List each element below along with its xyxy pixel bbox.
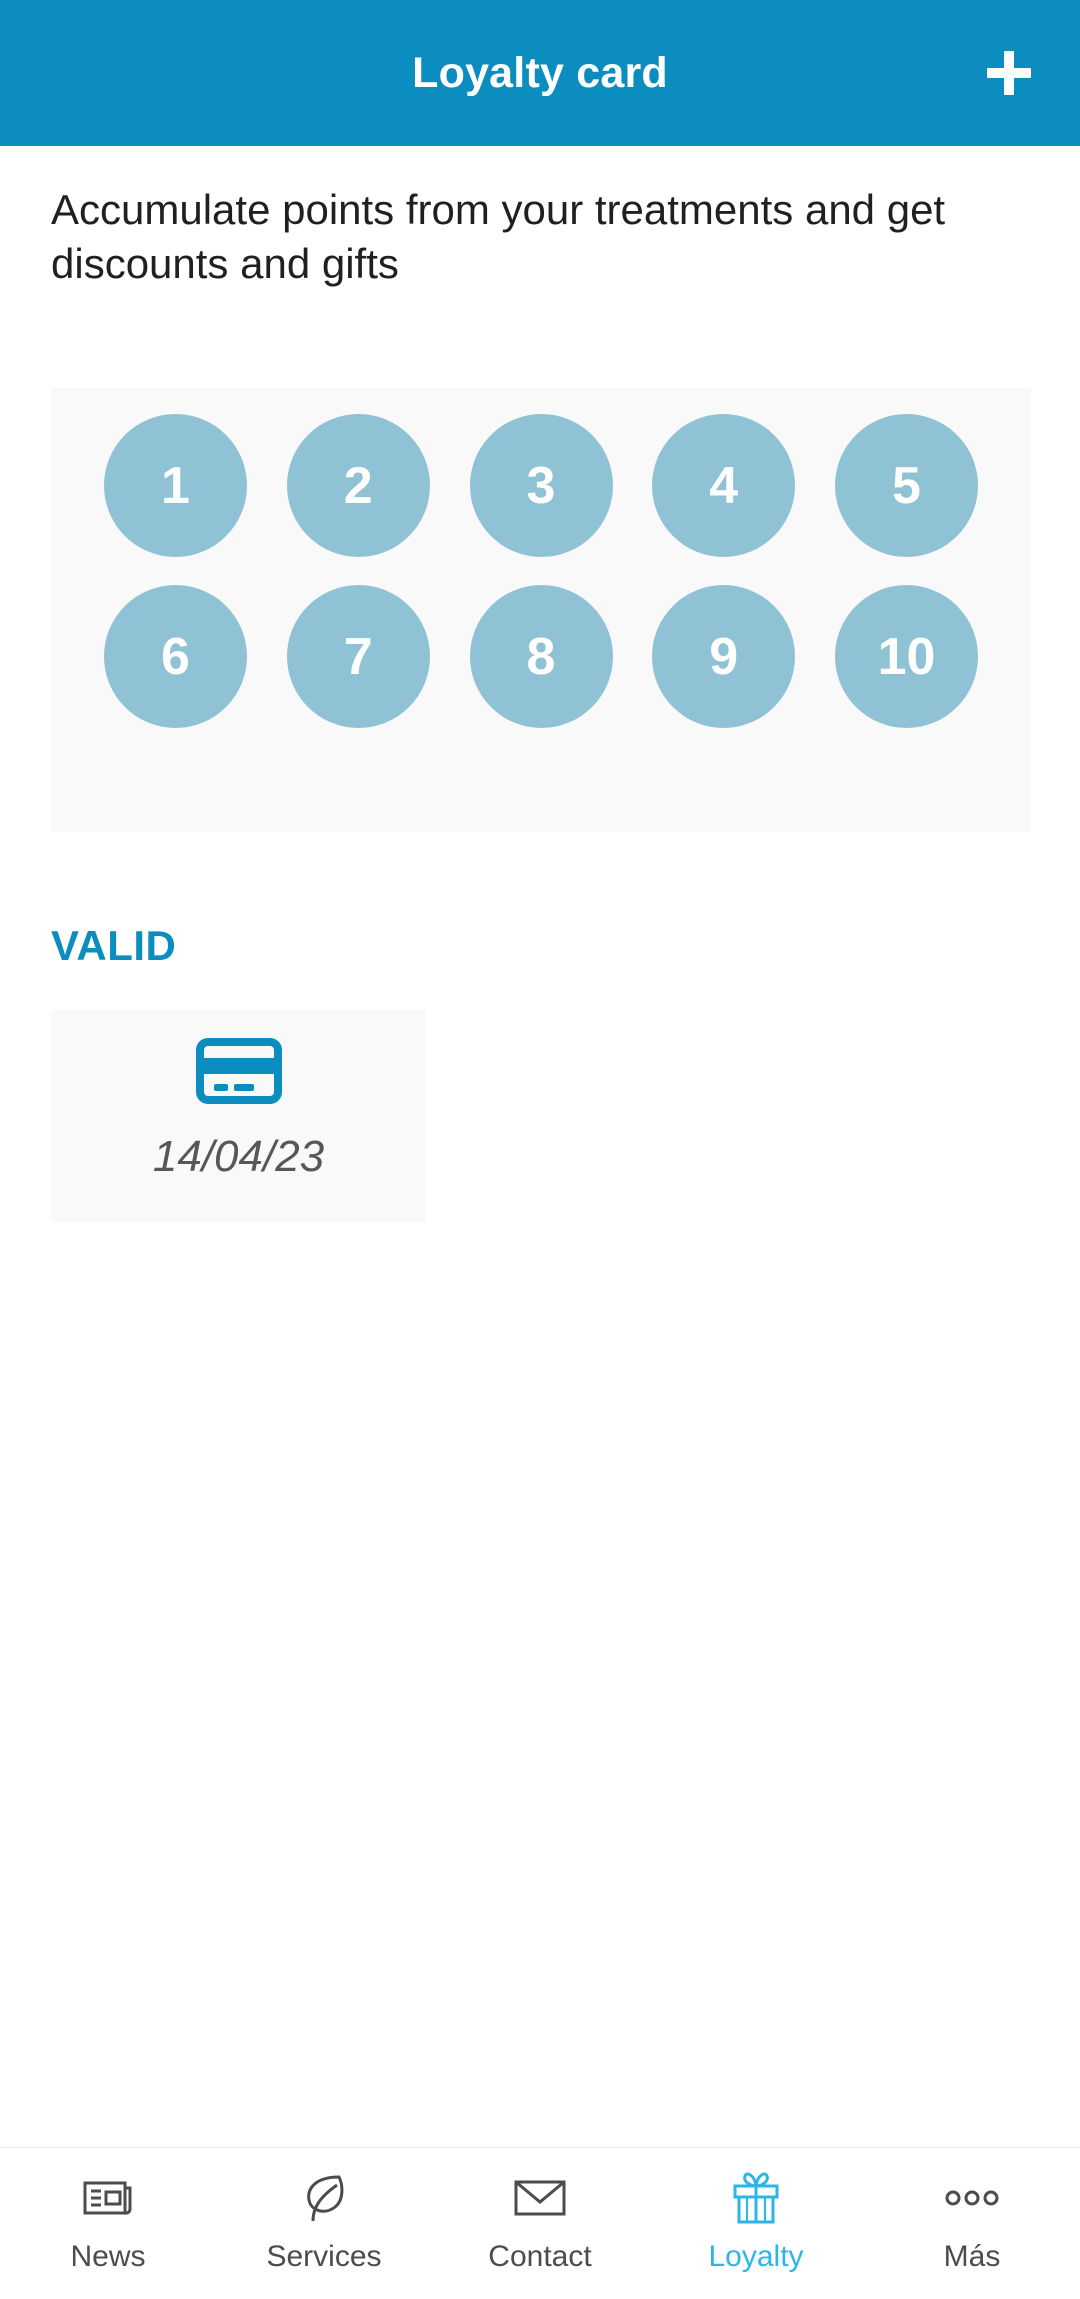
valid-section-title: VALID xyxy=(51,922,177,969)
page-title: Loyalty card xyxy=(412,48,668,97)
point-circle[interactable]: 6 xyxy=(104,585,247,728)
point-circle[interactable]: 2 xyxy=(286,414,430,557)
tab-label-contact: Contact xyxy=(488,2240,592,2273)
credit-card-icon xyxy=(195,1038,282,1104)
valid-card-date: 14/04/23 xyxy=(152,1132,325,1181)
tab-contact[interactable]: Contact xyxy=(432,2148,648,2299)
gift-icon xyxy=(729,2170,783,2226)
points-row-second: 6 7 8 9 10 xyxy=(51,585,1031,728)
bottom-tab-bar: News Services Contact Loyalty Más xyxy=(0,2147,1080,2299)
tab-label-more: Más xyxy=(943,2240,1001,2273)
intro-description: Accumulate points from your treatments a… xyxy=(51,186,946,287)
point-circle[interactable]: 3 xyxy=(469,414,613,557)
tab-label-loyalty: Loyalty xyxy=(708,2240,804,2273)
add-card-button[interactable] xyxy=(976,40,1042,106)
point-circle[interactable]: 1 xyxy=(104,414,247,557)
tab-label-services: Services xyxy=(266,2240,382,2273)
tab-loyalty[interactable]: Loyalty xyxy=(648,2148,864,2299)
point-circle[interactable]: 8 xyxy=(469,585,613,728)
tab-services[interactable]: Services xyxy=(216,2148,432,2299)
point-circle[interactable]: 10 xyxy=(835,585,978,728)
point-circle[interactable]: 7 xyxy=(286,585,430,728)
plus-icon-vertical-bar xyxy=(1004,51,1014,95)
tab-label-news: News xyxy=(70,2240,146,2273)
loyalty-points-panel: 1 2 3 4 5 6 7 8 9 10 xyxy=(51,388,1031,832)
points-row-first: 1 2 3 4 5 xyxy=(51,414,1031,557)
tab-news[interactable]: News xyxy=(0,2148,216,2299)
valid-card-tile[interactable]: 14/04/23 xyxy=(51,1010,426,1222)
newspaper-icon xyxy=(83,2170,133,2226)
tab-more[interactable]: Más xyxy=(864,2148,1080,2299)
leaf-icon xyxy=(301,2170,347,2226)
envelope-icon xyxy=(514,2170,566,2226)
point-circle[interactable]: 4 xyxy=(652,414,796,557)
point-circle[interactable]: 9 xyxy=(652,585,796,728)
app-header: Loyalty card xyxy=(0,0,1080,146)
point-circle[interactable]: 5 xyxy=(835,414,978,557)
ellipsis-icon xyxy=(944,2170,1000,2226)
